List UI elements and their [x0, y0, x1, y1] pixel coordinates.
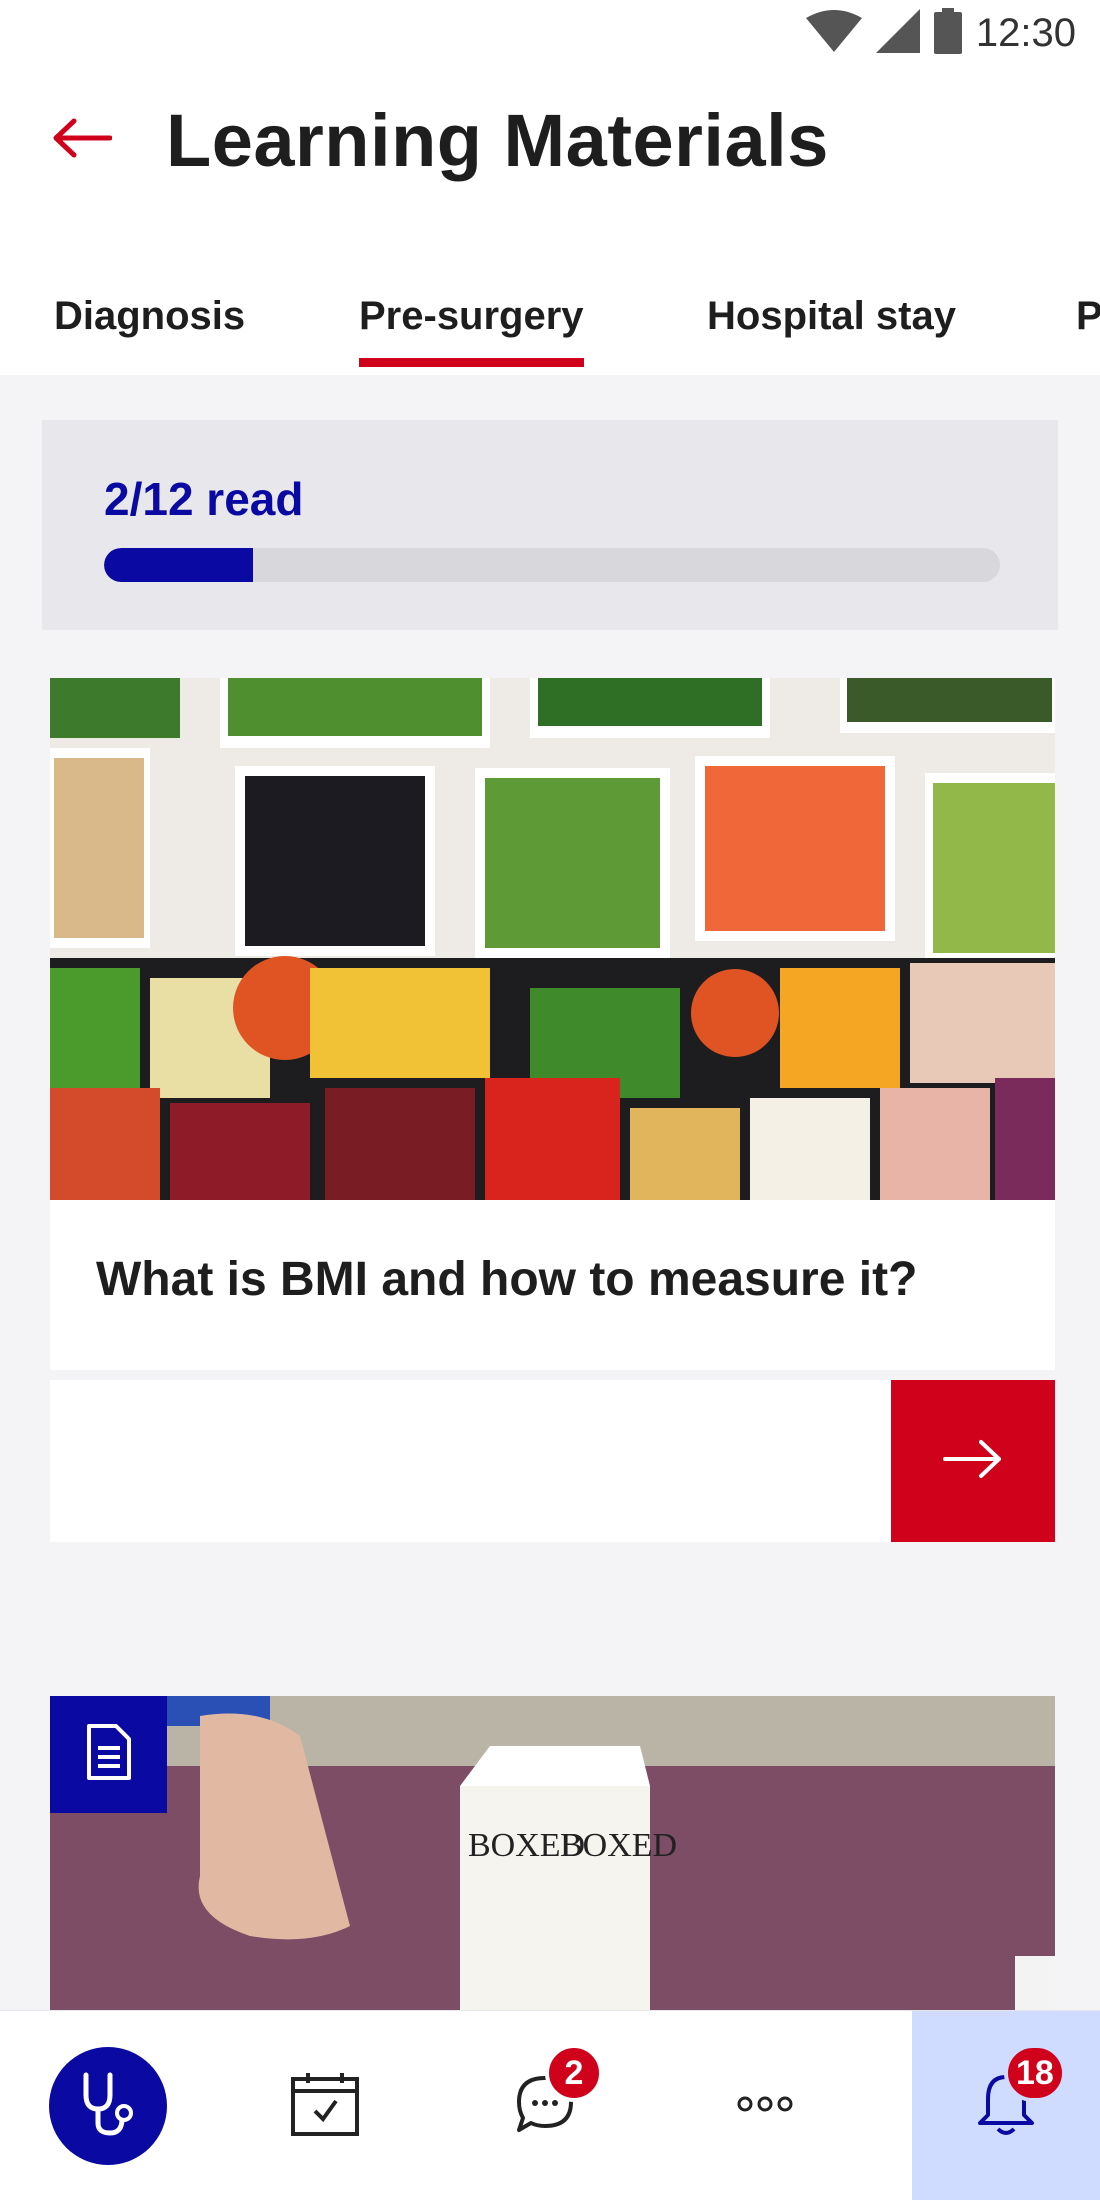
progress-label: 2/12 read — [104, 473, 304, 525]
article-title-container: What is BMI and how to measure it? — [50, 1200, 1055, 1370]
salad-bar-vegetables-image — [50, 678, 1055, 1200]
signal-icon — [875, 8, 920, 58]
tab-diagnosis[interactable]: Diagnosis — [54, 294, 245, 339]
bottom-nav: 2 18 — [0, 2010, 1100, 2200]
nav-messages[interactable]: 2 — [435, 2011, 655, 2200]
calendar-check-icon — [290, 2071, 360, 2142]
article-title: What is BMI and how to measure it? — [96, 1253, 918, 1306]
tab-partial[interactable]: P — [1076, 294, 1100, 339]
progress-card: 2/12 read — [42, 420, 1058, 630]
article-card[interactable]: What is BMI and how to measure it? — [50, 678, 1055, 1542]
tab-pre-surgery[interactable]: Pre-surgery — [359, 294, 584, 367]
status-bar: 12:30 — [0, 0, 1100, 70]
nav-doctor-active-indicator — [48, 2047, 167, 2165]
stethoscope-icon — [80, 2071, 136, 2142]
more-dots-icon — [735, 2094, 795, 2119]
arrow-right-icon — [943, 1439, 1003, 1484]
nav-more[interactable] — [655, 2011, 875, 2200]
app-header: Learning Materials — [0, 70, 1100, 210]
boxed-water-carton-image: BOXED BOXED — [50, 1696, 1055, 2010]
status-icons: 12:30 — [805, 7, 1076, 59]
arrow-left-icon — [52, 118, 113, 163]
nav-calendar[interactable] — [215, 2011, 435, 2200]
document-badge — [50, 1696, 167, 1813]
article-card[interactable]: BOXED BOXED — [50, 1696, 1055, 2010]
article-action-row — [50, 1380, 1055, 1542]
wifi-icon — [805, 9, 862, 57]
svg-text:BOXED: BOXED — [560, 1827, 677, 1864]
document-icon — [86, 1723, 132, 1786]
nav-notifications[interactable]: 18 — [912, 2011, 1100, 2200]
page-title: Learning Materials — [166, 99, 829, 182]
progress-fill — [104, 548, 254, 582]
battery-icon — [933, 7, 962, 59]
tab-hospital-stay[interactable]: Hospital stay — [707, 294, 956, 339]
progress-bar — [104, 548, 1000, 582]
status-time: 12:30 — [975, 10, 1076, 55]
notifications-badge: 18 — [1004, 2044, 1066, 2102]
open-article-button[interactable] — [891, 1380, 1055, 1542]
tab-bar: Diagnosis Pre-surgery Hospital stay P — [0, 210, 1100, 375]
nav-doctor[interactable] — [0, 2011, 215, 2200]
back-button[interactable] — [44, 108, 120, 172]
messages-badge: 2 — [545, 2044, 603, 2102]
